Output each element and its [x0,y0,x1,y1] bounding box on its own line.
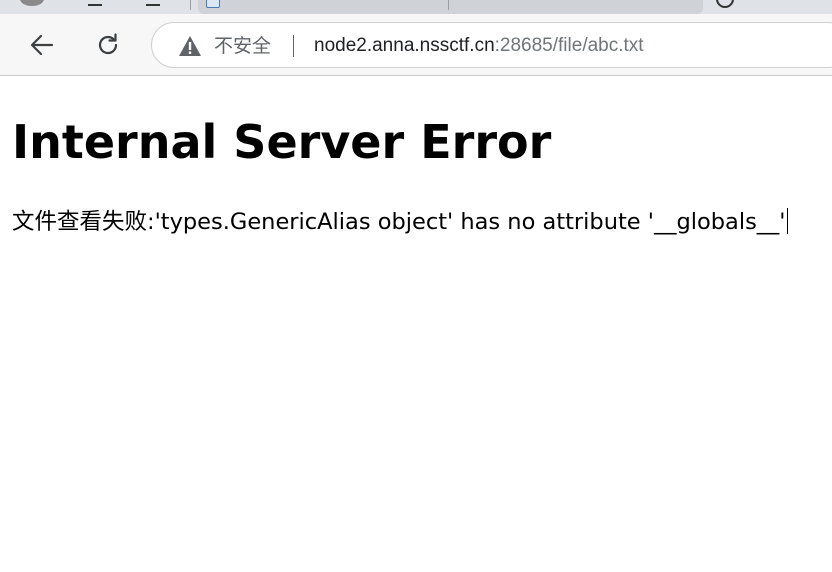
page-heading: Internal Server Error [12,115,552,169]
tab-actions-icon[interactable] [88,0,102,6]
reload-button[interactable] [88,25,128,65]
security-status-label[interactable]: 不安全 [214,34,271,58]
warning-icon[interactable] [178,35,202,57]
address-bar[interactable]: 不安全 node2.anna.nssctf.cn:28685/file/abc.… [151,22,832,68]
tab-strip [0,0,832,14]
reload-icon [98,33,118,55]
url-text[interactable]: node2.anna.nssctf.cn:28685/file/abc.txt [314,34,644,58]
page-favicon-icon [206,0,220,8]
browser-toolbar: 不安全 node2.anna.nssctf.cn:28685/file/abc.… [0,14,832,76]
back-button[interactable] [22,25,62,65]
error-message-text: 文件查看失败:'types.GenericAlias object' has n… [12,209,786,235]
tab-search-icon[interactable] [146,0,160,6]
url-path: :28685/file/abc.txt [494,35,644,56]
address-separator [293,35,294,57]
active-tab[interactable] [198,0,703,14]
url-host: node2.anna.nssctf.cn [314,35,495,56]
back-arrow-icon [30,34,54,56]
profile-avatar-icon[interactable] [20,0,44,6]
inactive-tab[interactable] [0,0,190,14]
new-tab-icon[interactable] [716,0,734,8]
page-content: Internal Server Error 文件查看失败:'types.Gene… [0,76,832,572]
tab-divider [448,0,449,10]
text-caret [786,208,788,234]
error-message: 文件查看失败:'types.GenericAlias object' has n… [12,207,788,237]
tab-divider [190,0,191,10]
